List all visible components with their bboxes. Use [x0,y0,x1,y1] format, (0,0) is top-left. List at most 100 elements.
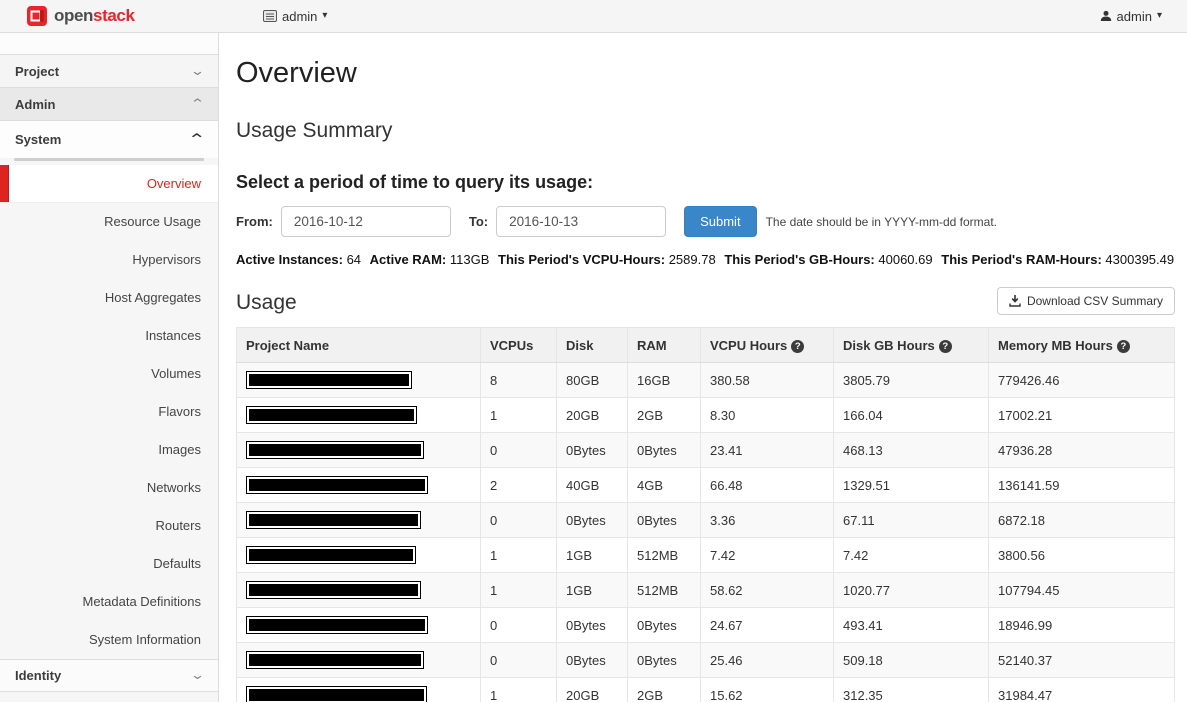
cell-memory-mb-hours: 107794.45 [989,573,1175,608]
sidebar-group-system[interactable]: System ⌃ [0,121,218,158]
stat-value: 2589.78 [669,252,716,267]
sidebar-item-host-aggregates[interactable]: Host Aggregates [0,279,218,317]
cell-ram: 2GB [628,678,701,702]
table-row: 2 40GB 4GB 66.48 1329.51 136141.59 [237,468,1175,503]
sidebar-item-networks[interactable]: Networks [0,469,218,507]
redacted-project-name [246,581,421,599]
download-csv-button[interactable]: Download CSV Summary [997,287,1175,315]
stat-label: Active RAM: [370,252,447,267]
from-date-input[interactable] [281,206,451,237]
cell-disk-gb-hours: 493.41 [834,608,989,643]
cell-disk: 20GB [557,398,628,433]
sidebar-section-admin[interactable]: Admin ⌃ [0,88,218,121]
cell-disk-gb-hours: 166.04 [834,398,989,433]
active-item-indicator [0,165,9,202]
redacted-project-name [246,406,417,424]
table-row: 1 1GB 512MB 7.42 7.42 3800.56 [237,538,1175,573]
sidebar-item-label: Routers [155,518,201,533]
sidebar-group-label: System [15,132,61,147]
sidebar-item-volumes[interactable]: Volumes [0,355,218,393]
cell-memory-mb-hours: 18946.99 [989,608,1175,643]
sidebar-item-metadata-definitions[interactable]: Metadata Definitions [0,583,218,621]
chevron-up-icon: ⌃ [190,101,205,108]
cell-vcpu-hours: 7.42 [701,538,834,573]
to-label: To: [469,214,488,229]
cell-vcpu-hours: 8.30 [701,398,834,433]
sidebar-item-hypervisors[interactable]: Hypervisors [0,241,218,279]
redacted-project-name [246,686,427,702]
chevron-up-icon: ⌃ [187,130,206,150]
cell-disk-gb-hours: 3805.79 [834,363,989,398]
stat-label: This Period's GB-Hours: [724,252,874,267]
cell-vcpus: 0 [481,643,557,678]
table-row: 1 20GB 2GB 15.62 312.35 31984.47 [237,678,1175,702]
sidebar-item-defaults[interactable]: Defaults [0,545,218,583]
sidebar-item-images[interactable]: Images [0,431,218,469]
cell-vcpu-hours: 66.48 [701,468,834,503]
submit-button[interactable]: Submit [684,206,756,237]
context-dropdown-label: admin [282,9,317,24]
cell-ram: 0Bytes [628,503,701,538]
user-menu-dropdown[interactable]: admin ▾ [1100,9,1162,24]
table-row: 1 1GB 512MB 58.62 1020.77 107794.45 [237,573,1175,608]
usage-table: Project Name VCPUs Disk RAM VCPU Hours? … [236,327,1175,702]
sidebar-nav: Project ⌄ Admin ⌃ System ⌃ Overview Reso… [0,33,219,702]
help-icon[interactable]: ? [939,340,952,353]
sidebar-item-overview[interactable]: Overview [0,165,218,203]
redacted-project-name [246,546,416,564]
caret-down-icon: ▾ [1157,11,1162,21]
caret-down-icon: ▾ [322,11,327,21]
cell-vcpus: 8 [481,363,557,398]
cell-vcpus: 0 [481,503,557,538]
chevron-down-icon: ⌄ [190,672,205,679]
cell-disk: 0Bytes [557,503,628,538]
cell-disk-gb-hours: 1020.77 [834,573,989,608]
table-row: 0 0Bytes 0Bytes 23.41 468.13 47936.28 [237,433,1175,468]
table-row: 1 20GB 2GB 8.30 166.04 17002.21 [237,398,1175,433]
sidebar-item-resource-usage[interactable]: Resource Usage [0,203,218,241]
cell-memory-mb-hours: 47936.28 [989,433,1175,468]
sidebar-item-label: Images [158,442,201,457]
to-date-input[interactable] [496,206,666,237]
cell-vcpu-hours: 3.36 [701,503,834,538]
column-header-memory-mb-hours: Memory MB Hours? [989,328,1175,363]
sidebar-system-items: Overview Resource Usage Hypervisors Host… [0,165,218,659]
download-csv-label: Download CSV Summary [1027,294,1163,308]
sidebar-item-instances[interactable]: Instances [0,317,218,355]
cell-disk-gb-hours: 468.13 [834,433,989,468]
page-title: Overview [236,57,1175,90]
usage-summary-heading: Usage Summary [236,119,1175,143]
openstack-logo[interactable]: openstack [27,6,135,26]
redacted-project-name [246,441,424,459]
sidebar-section-identity[interactable]: Identity ⌄ [0,659,218,692]
cell-ram: 512MB [628,573,701,608]
sidebar-section-label: Project [15,64,59,79]
usage-table-title: Usage [236,291,297,315]
openstack-wordmark: openstack [54,6,135,26]
table-header-row: Project Name VCPUs Disk RAM VCPU Hours? … [237,328,1175,363]
help-icon[interactable]: ? [791,340,804,353]
stat-label: This Period's VCPU-Hours: [498,252,665,267]
usage-stats-line: Active Instances: 64 Active RAM: 113GB T… [236,252,1175,267]
cell-ram: 0Bytes [628,643,701,678]
cell-memory-mb-hours: 31984.47 [989,678,1175,702]
cell-vcpu-hours: 25.46 [701,643,834,678]
project-context-dropdown[interactable]: admin ▾ [263,9,327,24]
cell-disk: 0Bytes [557,433,628,468]
date-format-hint: The date should be in YYYY-mm-dd format. [766,215,997,229]
cell-vcpu-hours: 58.62 [701,573,834,608]
help-icon[interactable]: ? [1117,340,1130,353]
redacted-project-name [246,511,421,529]
sidebar-item-label: Overview [147,176,201,191]
cell-ram: 16GB [628,363,701,398]
cell-vcpus: 1 [481,398,557,433]
sidebar-item-flavors[interactable]: Flavors [0,393,218,431]
cell-vcpus: 0 [481,433,557,468]
sidebar-item-routers[interactable]: Routers [0,507,218,545]
sidebar-item-system-information[interactable]: System Information [0,621,218,659]
user-icon [1100,10,1112,22]
main-content: Overview Usage Summary Select a period o… [219,33,1187,702]
cell-vcpus: 1 [481,678,557,702]
sidebar-section-project[interactable]: Project ⌄ [0,55,218,88]
download-icon [1009,295,1021,307]
